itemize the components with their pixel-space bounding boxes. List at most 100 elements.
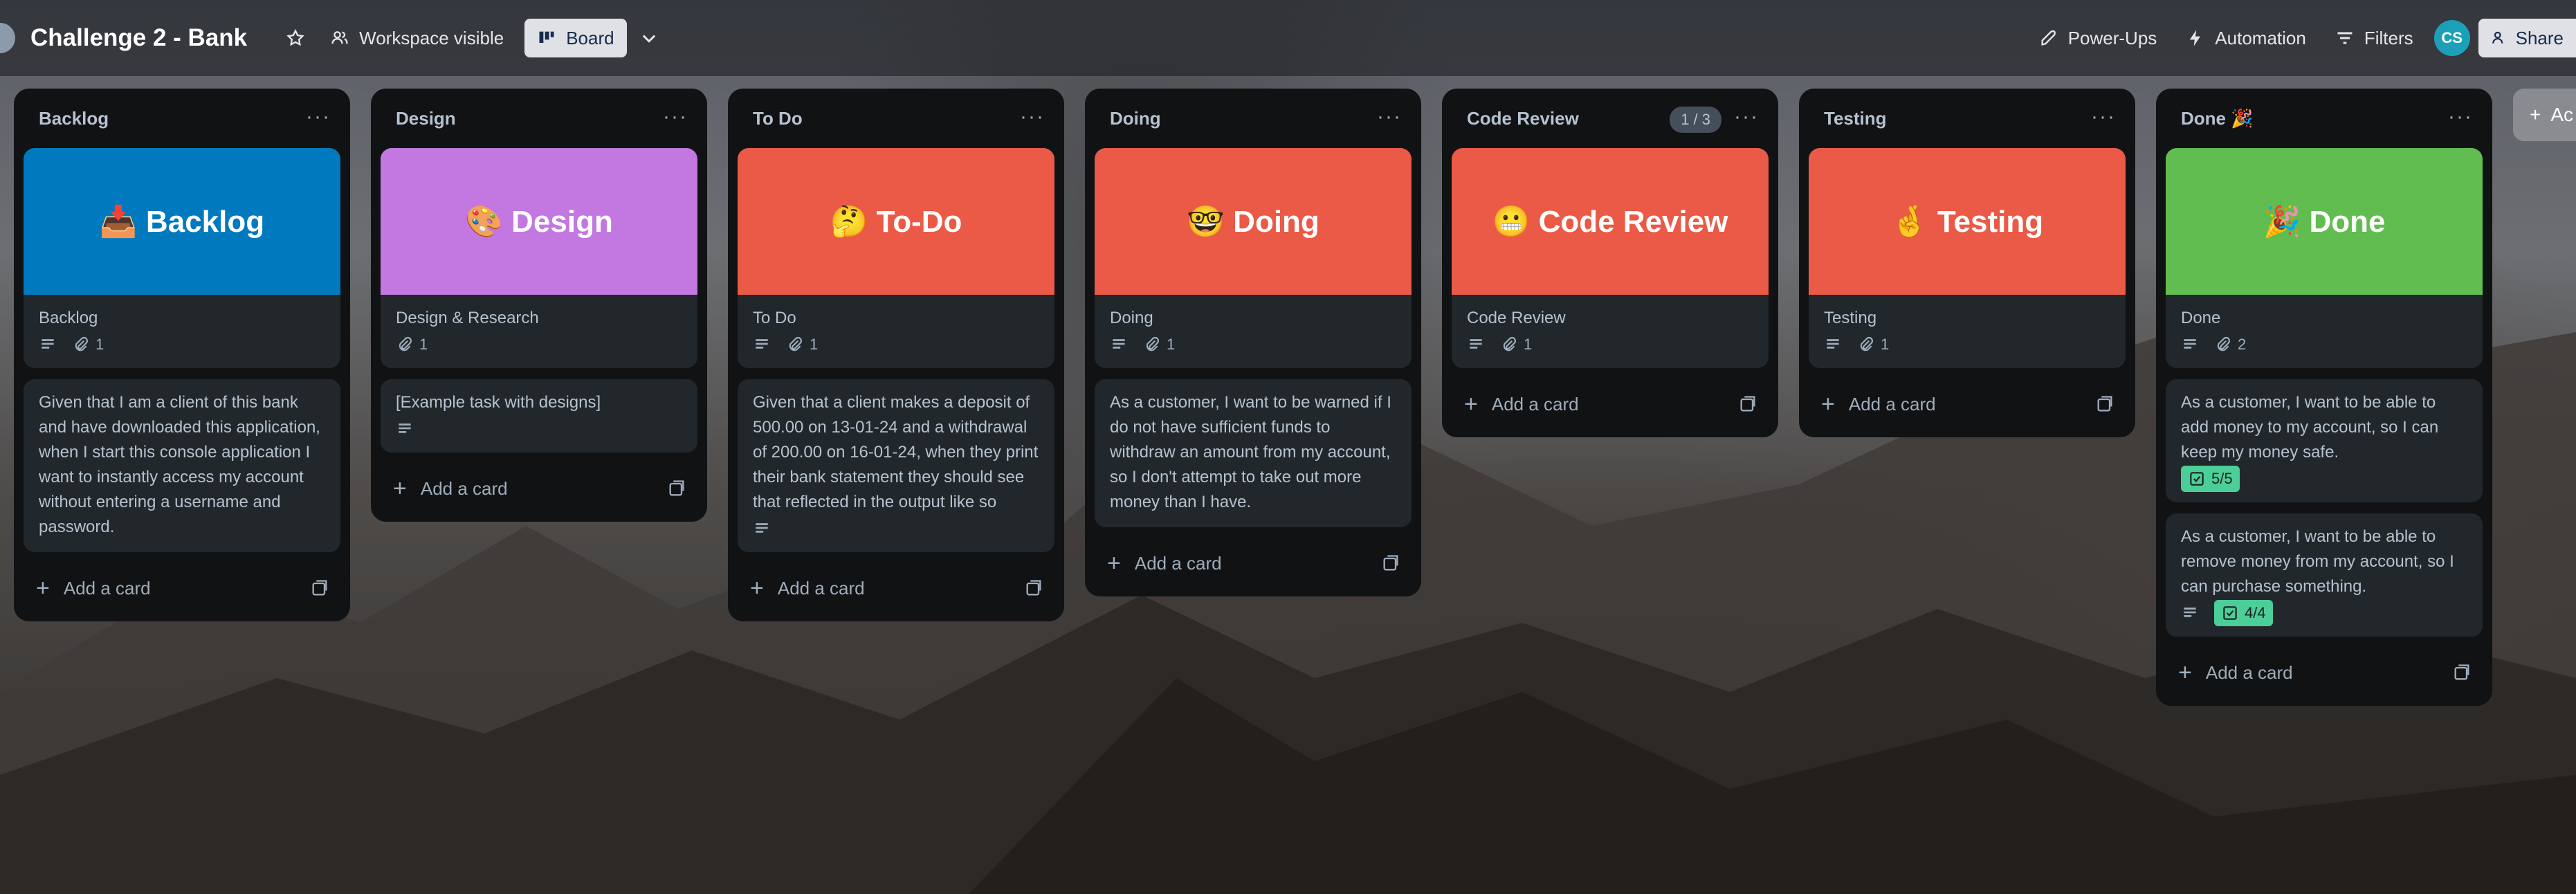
card-title: Design & Research — [396, 309, 539, 327]
add-card-label: Add a card — [2205, 662, 2293, 683]
task-card[interactable]: As a customer, I want to be able to remo… — [2166, 513, 2483, 637]
task-card[interactable]: Given that I am a client of this bank an… — [24, 379, 340, 552]
card-title: Doing — [1110, 309, 1153, 327]
card-title: Done — [2181, 309, 2221, 327]
card-cover: 🎉 Done — [2166, 148, 2483, 295]
avatar[interactable]: CS — [2433, 20, 2470, 56]
plus-icon: + — [750, 574, 764, 601]
share-label: Share — [2515, 27, 2564, 48]
list-header[interactable]: Design ··· — [371, 89, 707, 148]
visibility-button[interactable]: Workspace visible — [318, 19, 516, 57]
add-list-label: Ac — [2550, 104, 2574, 125]
automation-button[interactable]: Automation — [2173, 19, 2319, 57]
cover-card[interactable]: 🎉 Done Done 2 — [2166, 148, 2483, 368]
list-title[interactable]: Design — [396, 108, 456, 129]
board-view-button[interactable]: Board — [524, 19, 627, 57]
description-badge — [1110, 336, 1128, 354]
wip-limit-badge: 1 / 3 — [1670, 107, 1721, 133]
card-template-icon[interactable] — [1738, 394, 1757, 414]
list-title[interactable]: To Do — [753, 108, 803, 129]
list-menu-icon[interactable]: ··· — [1020, 105, 1045, 129]
share-button[interactable]: Share — [2478, 19, 2576, 57]
description-badge — [39, 336, 57, 354]
add-card-button[interactable]: + Add a card — [1085, 538, 1421, 588]
paperclip-icon — [789, 336, 802, 352]
powerups-button[interactable]: Power-Ups — [2027, 19, 2170, 57]
workspace-toggle[interactable] — [0, 23, 15, 53]
description-badge — [396, 420, 414, 438]
list-menu-icon[interactable]: ··· — [663, 105, 688, 129]
list-backlog: Backlog ··· 📥 Backlog Backlog 1 Given th… — [14, 89, 350, 621]
add-list-button[interactable]: + Ac — [2513, 89, 2576, 141]
add-card-label: Add a card — [1491, 393, 1579, 414]
checklist-badge: 4/4 — [2214, 600, 2273, 626]
card-template-icon[interactable] — [667, 479, 686, 498]
task-card-text: Given that I am a client of this bank an… — [39, 393, 320, 536]
task-card-text: As a customer, I want to be able to add … — [2181, 393, 2439, 462]
list-menu-icon[interactable]: ··· — [1734, 105, 1759, 129]
description-icon — [1470, 339, 1482, 349]
card-cover: 🎨 Design — [381, 148, 697, 295]
cover-card[interactable]: 📥 Backlog Backlog 1 — [24, 148, 340, 368]
list-menu-icon[interactable]: ··· — [2448, 105, 2473, 129]
add-person-icon — [2492, 31, 2503, 44]
add-card-button[interactable]: + Add a card — [2156, 648, 2492, 697]
card-template-icon[interactable] — [2452, 663, 2472, 682]
list-menu-icon[interactable]: ··· — [2091, 105, 2116, 129]
attachment-count: 2 — [2238, 336, 2247, 353]
description-badge — [753, 520, 771, 538]
list-title[interactable]: Done 🎉 — [2181, 108, 2254, 129]
list-header[interactable]: Testing ··· — [1799, 89, 2135, 148]
card-title: Testing — [1824, 309, 1877, 327]
card-template-icon[interactable] — [310, 578, 329, 598]
task-card[interactable]: As a customer, I want to be able to add … — [2166, 379, 2483, 502]
list-header[interactable]: To Do ··· — [728, 89, 1064, 148]
list-header[interactable]: Doing ··· — [1085, 89, 1421, 148]
cover-card[interactable]: 🤔 To-Do To Do 1 — [738, 148, 1054, 368]
list-menu-icon[interactable]: ··· — [306, 105, 331, 129]
add-card-button[interactable]: + Add a card — [728, 563, 1064, 613]
add-card-button[interactable]: + Add a card — [14, 563, 350, 613]
description-icon — [2184, 608, 2196, 617]
list-title[interactable]: Testing — [1824, 108, 1887, 129]
list-header[interactable]: Backlog ··· — [14, 89, 350, 148]
paperclip-icon — [1503, 336, 1516, 352]
list-code-review: Code Review 1 / 3 ··· 😬 Code Review Code… — [1442, 89, 1778, 437]
attachment-count: 1 — [95, 336, 104, 353]
task-card[interactable]: [Example task with designs] — [381, 379, 697, 453]
visibility-label: Workspace visible — [359, 27, 504, 48]
views-dropdown-button[interactable] — [627, 19, 671, 57]
filters-button[interactable]: Filters — [2323, 19, 2426, 57]
board-title[interactable]: Challenge 2 - Bank — [30, 24, 247, 52]
plus-icon: + — [1821, 390, 1835, 417]
cover-card[interactable]: 🤓 Doing Doing 1 — [1095, 148, 1412, 368]
list-title[interactable]: Backlog — [39, 108, 109, 129]
list-to-do: To Do ··· 🤔 To-Do To Do 1 Given that a c… — [728, 89, 1064, 621]
list-menu-icon[interactable]: ··· — [1377, 105, 1402, 129]
star-button[interactable] — [273, 19, 318, 57]
attachment-badge: 1 — [396, 332, 428, 357]
card-template-icon[interactable] — [2095, 394, 2114, 414]
description-badge — [2181, 336, 2199, 354]
add-card-button[interactable]: + Add a card — [371, 464, 707, 513]
plus-icon: + — [2178, 659, 2192, 686]
plus-icon: + — [1107, 549, 1121, 576]
chevron-down-icon — [642, 35, 655, 43]
task-card[interactable]: As a customer, I want to be warned if I … — [1095, 379, 1412, 527]
cover-card[interactable]: 🎨 Design Design & Research 1 — [381, 148, 697, 368]
add-card-button[interactable]: + Add a card — [1799, 379, 2135, 429]
task-card[interactable]: Given that a client makes a deposit of 5… — [738, 379, 1054, 552]
task-card-text: As a customer, I want to be warned if I … — [1110, 393, 1391, 511]
card-template-icon[interactable] — [1381, 554, 1400, 573]
list-header[interactable]: Code Review 1 / 3 ··· — [1442, 89, 1778, 148]
list-title[interactable]: Code Review — [1467, 108, 1579, 129]
list-title[interactable]: Doing — [1110, 108, 1161, 129]
add-card-button[interactable]: + Add a card — [1442, 379, 1778, 429]
card-template-icon[interactable] — [1024, 578, 1043, 598]
cover-card[interactable]: 🤞 Testing Testing 1 — [1809, 148, 2126, 368]
checkbox-icon — [2223, 606, 2237, 620]
board-view-label: Board — [566, 27, 614, 48]
cover-card[interactable]: 😬 Code Review Code Review 1 — [1452, 148, 1769, 368]
list-header[interactable]: Done 🎉 ··· — [2156, 89, 2492, 148]
checkbox-icon — [2190, 472, 2204, 486]
